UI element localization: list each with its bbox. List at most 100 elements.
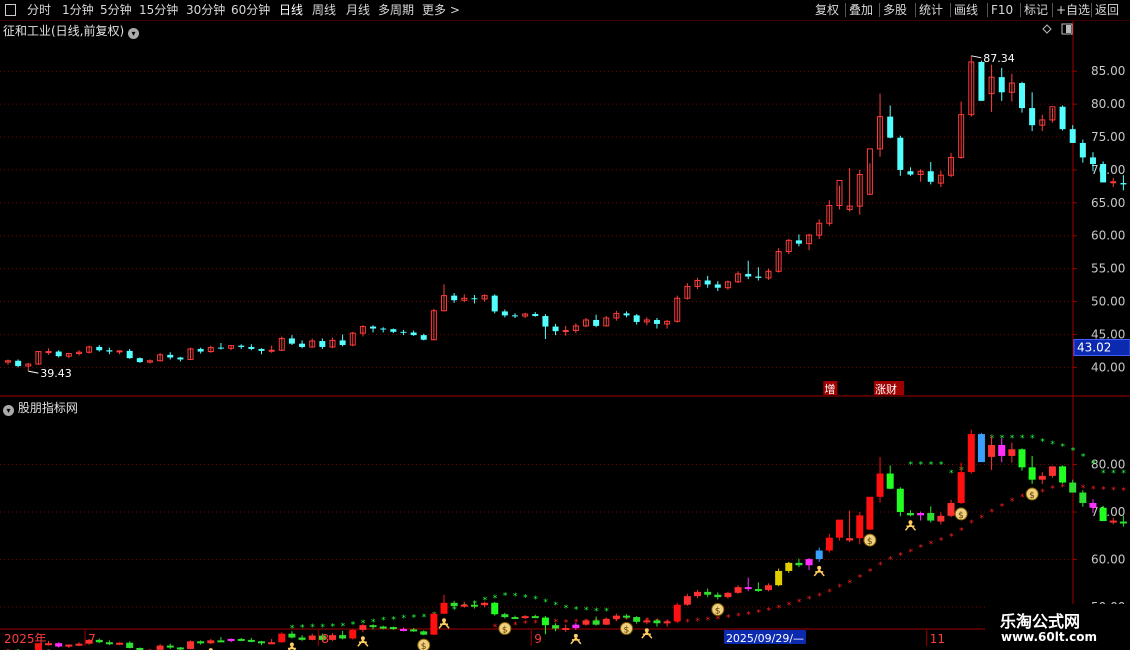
indicator-body [562,628,570,630]
ma-dot: * [919,461,924,471]
indicator-body [937,515,945,522]
buy-signal-body [438,621,450,629]
indicator-body [156,645,164,650]
indicator-body [430,613,438,635]
sar-dot: * [878,561,883,571]
candle-body [704,280,711,285]
candle-body [593,319,600,326]
candle-body [319,341,326,347]
indicator-body [1059,466,1067,483]
money-bag-symbol: $ [715,606,721,616]
sar-dot: * [797,598,802,608]
candle-body [420,335,427,340]
sar-dot: * [868,567,873,577]
sar-dot: * [513,621,518,631]
sar-dot: * [858,574,863,584]
candle-body [248,346,255,349]
candle-body [542,316,549,327]
indicator-body [633,617,641,622]
ma-dot: * [381,616,386,626]
chart-area[interactable]: 40.0045.0050.0055.0060.0065.0070.0075.00… [0,0,1130,650]
sar-dot: * [1121,486,1126,496]
indicator-body [481,602,489,606]
indicator-body [683,596,691,605]
buy-signal-icon [813,565,825,577]
sar-dot: * [848,579,853,589]
indicator-body [1079,492,1087,503]
candle-body [471,298,478,300]
indicator-body [65,644,73,647]
pane-toggle-icon-fill [1066,25,1071,33]
candle-body [167,354,174,358]
indicator-body [207,640,215,644]
y-tick-label: 40.00 [1091,360,1125,374]
indicator-body [521,616,529,619]
candle-body [532,314,539,317]
indicator-body [258,641,265,644]
indicator-body [947,502,955,516]
indicator-body [379,626,387,629]
candle-body [55,351,62,357]
indicator-body [440,602,448,614]
sar-dot: * [949,532,954,542]
candle-body [1019,83,1025,109]
indicator-body [1089,502,1097,508]
sar-dot: * [696,617,701,627]
sar-dot: * [1111,486,1116,496]
indicator-body [795,562,803,566]
indicator-body [846,538,854,541]
indicator-body [1038,475,1046,480]
ma-dot: * [594,607,599,617]
indicator-body [694,591,702,597]
indicator-body [582,620,590,625]
candle-body [562,330,569,333]
indicator-body [349,629,357,639]
indicator-body [369,625,377,628]
sar-dot: * [1040,488,1045,498]
indicator-body [805,559,813,566]
ma-dot: * [391,615,396,625]
ma-dot: * [533,595,538,605]
indicator-body [217,640,225,643]
indicator-body [1008,449,1016,456]
indicator-body [653,620,661,624]
indicator-body [278,633,286,643]
candle-body [1079,142,1086,158]
indicator-body [95,639,103,643]
candle-body [451,295,458,301]
indicator-body [187,641,195,649]
ma-dot: * [422,613,427,623]
low-pointer [28,370,39,374]
indicator-body [237,638,245,641]
indicator-body [1099,507,1107,522]
current-price-label: 43.02 [1077,340,1111,354]
candle-body [633,315,640,322]
buy-signal-body [357,639,369,647]
indicator-body [927,512,935,521]
buy-signal-body [641,631,653,639]
indicator-body [1069,482,1077,493]
buy-signal-icon [641,628,653,639]
sar-dot: * [817,592,822,602]
high-pointer [971,55,982,59]
buy-signal-body [570,636,582,645]
money-bag-symbol: $ [502,625,508,635]
y-tick-label: 80.00 [1091,457,1125,471]
event-tag-zeng-label: 增 [824,382,835,396]
indicator-body [602,618,610,625]
sar-dot: * [959,527,964,537]
sar-dot: * [777,604,782,614]
indicator-body [977,434,985,463]
indicator-body [126,642,134,648]
ma-dot: * [949,469,954,479]
indicator-body [785,562,793,571]
y-tick-label: 80.00 [1091,97,1125,111]
sar-dot: * [767,606,772,616]
indicator-body [775,570,783,586]
indicator-body [1018,449,1026,468]
indicator-body [1048,466,1056,476]
sar-dot: * [827,588,832,598]
ma-dot: * [574,605,579,615]
candle-body [400,331,407,333]
ma-dot: * [1101,469,1106,479]
